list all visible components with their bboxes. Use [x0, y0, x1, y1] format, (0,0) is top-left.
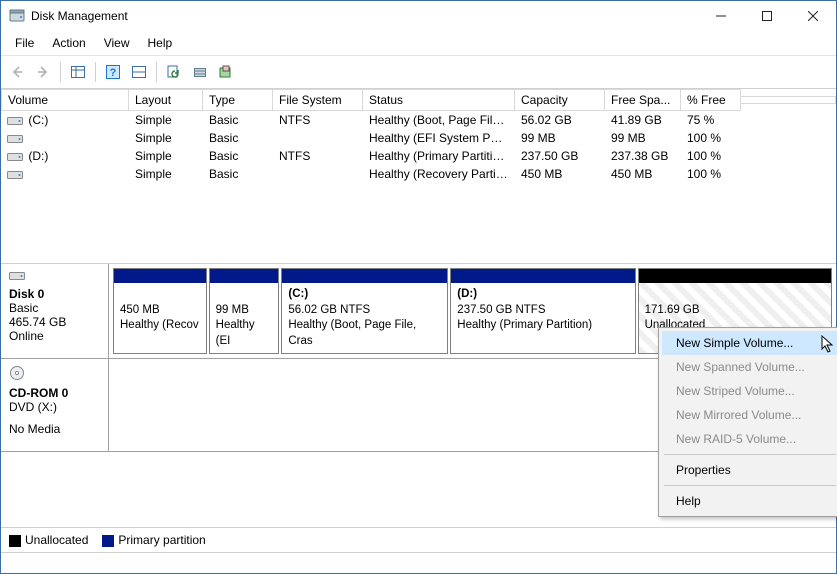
disk-info[interactable]: CD-ROM 0DVD (X:)No Media [1, 359, 109, 451]
legend-unallocated: Unallocated [9, 533, 88, 547]
partition[interactable]: (C:)56.02 GB NTFSHealthy (Boot, Page Fil… [281, 268, 448, 354]
menu-file[interactable]: File [7, 35, 42, 51]
window-title: Disk Management [31, 9, 698, 23]
col-capacity[interactable]: Capacity [515, 89, 605, 111]
volume-list-pane: Volume Layout Type File System Status Ca… [1, 89, 836, 264]
toolbar-separator [95, 62, 96, 82]
drive-icon [7, 133, 25, 145]
wizard-button[interactable] [214, 60, 238, 84]
menu-action[interactable]: Action [44, 35, 93, 51]
toolbar: ? [1, 56, 836, 89]
window-buttons [698, 1, 836, 31]
ctx-properties[interactable]: Properties [662, 458, 837, 482]
partition[interactable]: 450 MBHealthy (Recov [113, 268, 207, 354]
menu-help[interactable]: Help [140, 35, 181, 51]
close-button[interactable] [790, 1, 836, 31]
col-free[interactable]: Free Spa... [605, 89, 681, 111]
ctx-new-spanned-volume: New Spanned Volume... [662, 355, 837, 379]
toolbar-separator [156, 62, 157, 82]
toolbar-separator [60, 62, 61, 82]
forward-button[interactable] [31, 60, 55, 84]
legend-primary: Primary partition [102, 533, 205, 547]
help-button[interactable]: ? [101, 60, 125, 84]
disk-info[interactable]: Disk 0Basic465.74 GBOnline [1, 264, 109, 358]
maximize-button[interactable] [744, 1, 790, 31]
col-spacer [741, 96, 836, 104]
context-menu: New Simple Volume... New Spanned Volume.… [658, 327, 837, 517]
col-status[interactable]: Status [363, 89, 515, 111]
back-button[interactable] [5, 60, 29, 84]
col-type[interactable]: Type [203, 89, 273, 111]
ctx-new-striped-volume: New Striped Volume... [662, 379, 837, 403]
ctx-new-simple-volume[interactable]: New Simple Volume... [662, 331, 837, 355]
column-headers: Volume Layout Type File System Status Ca… [1, 89, 836, 111]
refresh-button[interactable] [162, 60, 186, 84]
drive-icon [7, 115, 25, 127]
volume-row[interactable]: SimpleBasicHealthy (EFI System Parti...9… [1, 129, 836, 147]
menu-view[interactable]: View [96, 35, 138, 51]
volume-rows: (C:)SimpleBasicNTFSHealthy (Boot, Page F… [1, 111, 836, 183]
ctx-new-mirrored-volume: New Mirrored Volume... [662, 403, 837, 427]
volume-row[interactable]: (C:)SimpleBasicNTFSHealthy (Boot, Page F… [1, 111, 836, 129]
menubar: File Action View Help [1, 31, 836, 56]
legend: Unallocated Primary partition [1, 527, 836, 552]
svg-text:?: ? [110, 67, 117, 79]
partition[interactable]: 99 MBHealthy (EI [209, 268, 280, 354]
volume-row[interactable]: SimpleBasicHealthy (Recovery Partiti...4… [1, 165, 836, 183]
drive-icon [7, 151, 25, 163]
partition[interactable]: (D:)237.50 GB NTFSHealthy (Primary Parti… [450, 268, 635, 354]
rescan-button[interactable] [188, 60, 212, 84]
disk-management-window: Disk Management File Action View Help ? … [0, 0, 837, 574]
col-filesystem[interactable]: File System [273, 89, 363, 111]
show-console-tree-button[interactable] [66, 60, 90, 84]
app-icon [9, 8, 25, 24]
volume-row[interactable]: (D:)SimpleBasicNTFSHealthy (Primary Part… [1, 147, 836, 165]
drive-icon [7, 169, 25, 181]
titlebar: Disk Management [1, 1, 836, 31]
disk-type-icon [9, 365, 100, 384]
minimize-button[interactable] [698, 1, 744, 31]
ctx-new-raid5-volume: New RAID-5 Volume... [662, 427, 837, 451]
col-percent[interactable]: % Free [681, 89, 741, 111]
disk-type-icon [9, 270, 100, 285]
statusbar [1, 552, 836, 573]
col-volume[interactable]: Volume [1, 89, 129, 111]
ctx-help[interactable]: Help [662, 489, 837, 513]
panel-button[interactable] [127, 60, 151, 84]
col-layout[interactable]: Layout [129, 89, 203, 111]
